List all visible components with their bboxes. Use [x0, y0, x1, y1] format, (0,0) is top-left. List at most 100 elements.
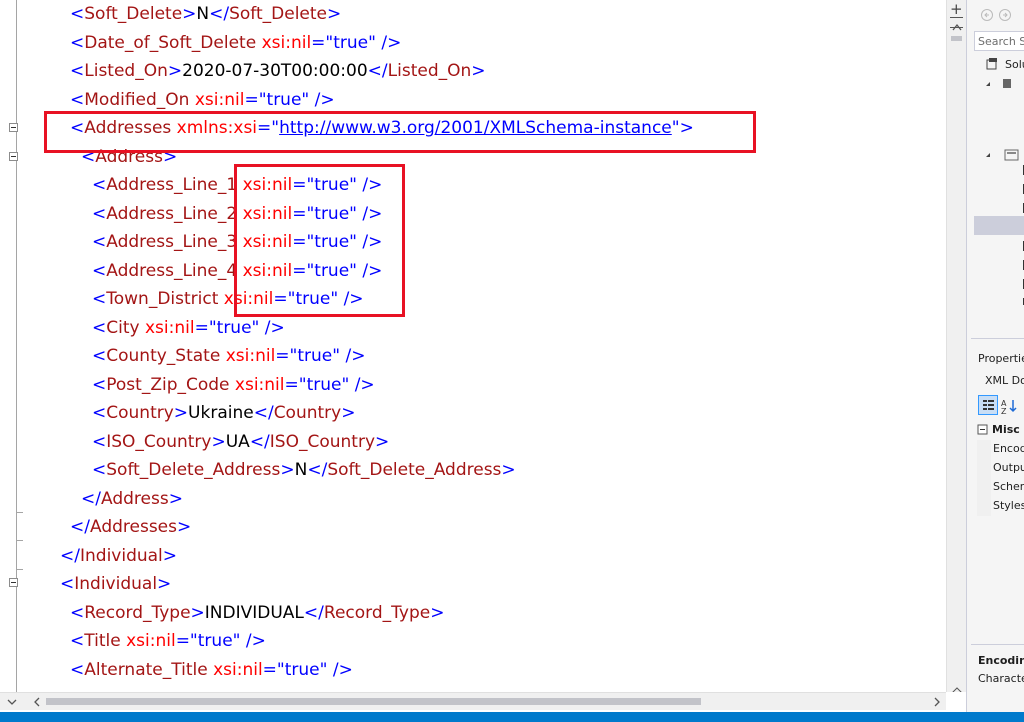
code-token: true	[216, 317, 252, 338]
code-token: <	[70, 659, 85, 680]
solution-search-input[interactable]: Search So	[974, 31, 1024, 51]
code-line[interactable]: <County_State xsi:nil="true" />	[92, 342, 365, 370]
outline-end-tick	[16, 512, 23, 513]
alphabetical-sort-icon[interactable]: AZ	[1001, 397, 1019, 415]
code-line[interactable]: <ISO_Country>UA</ISO_Country>	[92, 428, 389, 456]
code-line[interactable]: <Title xsi:nil="true" />	[70, 627, 266, 655]
code-token: xsi:nil	[220, 346, 276, 366]
code-token: </	[253, 403, 274, 423]
categorized-icon	[983, 400, 994, 410]
code-token: Country	[106, 403, 174, 423]
code-token: </	[307, 460, 328, 480]
chevron-right-icon[interactable]	[932, 696, 942, 708]
code-token: Alternate_Title	[84, 659, 208, 680]
code-token: >	[182, 4, 197, 24]
code-token: >	[177, 517, 192, 537]
code-line[interactable]: <Modified_On xsi:nil="true" />	[70, 86, 335, 114]
code-token: >	[471, 61, 486, 81]
code-token: Record_Type	[323, 602, 431, 623]
code-token: true	[306, 374, 342, 395]
code-token: Address_Line_1	[106, 175, 238, 195]
code-line[interactable]: <Post_Zip_Code xsi:nil="true" />	[92, 371, 375, 399]
code-token: >	[430, 602, 445, 623]
property-row-encoding[interactable]: Encod	[993, 442, 1024, 455]
code-token: County_State	[106, 346, 221, 366]
collapse-icon[interactable]	[9, 152, 18, 161]
vertical-scrollbar[interactable]: +	[946, 0, 967, 694]
code-line[interactable]: </Address>	[81, 485, 183, 513]
nav-back-forward-icon[interactable]	[981, 8, 1015, 22]
code-token: true	[333, 32, 369, 53]
code-token: " />	[301, 89, 335, 110]
code-token: " />	[332, 346, 366, 366]
code-line[interactable]: <City xsi:nil="true" />	[92, 314, 285, 342]
code-token: >	[173, 403, 189, 423]
property-description-text: Characte	[978, 672, 1024, 685]
code-line[interactable]: </Individual>	[60, 542, 177, 570]
code-token: <	[92, 374, 107, 395]
code-token: Ukraine	[188, 403, 254, 423]
code-line[interactable]: <Record_Type>INDIVIDUAL</Record_Type>	[70, 599, 444, 627]
code-token: Address_Line_3	[106, 232, 238, 252]
code-token: xsi:nil	[207, 659, 263, 680]
chevron-down-icon[interactable]	[6, 696, 18, 708]
code-token: ISO_Country	[106, 431, 212, 452]
panel-divider	[971, 338, 1024, 339]
code-token: </	[70, 517, 90, 537]
properties-object-label[interactable]: XML Do	[985, 374, 1024, 387]
code-token: <	[92, 260, 107, 281]
property-description-title: Encoding	[978, 654, 1024, 667]
property-row-schemas[interactable]: Schem	[993, 480, 1024, 493]
folder-node-icon[interactable]	[985, 148, 1024, 162]
code-token: Address_Line_2	[106, 203, 238, 224]
code-token: ="	[284, 374, 307, 395]
selected-file-row[interactable]	[974, 216, 1024, 235]
code-line[interactable]: <Date_of_Soft_Delete xsi:nil="true" />	[70, 29, 401, 57]
horizontal-scrollbar[interactable]	[0, 692, 946, 710]
categorized-view-button[interactable]	[978, 395, 998, 415]
code-token: <	[70, 89, 85, 110]
code-token: Individual	[74, 574, 158, 594]
annotation-box-namespace	[44, 111, 756, 153]
code-token: Modified_On	[84, 89, 190, 110]
code-token: <	[92, 431, 107, 452]
code-line[interactable]: <Alternate_Title xsi:nil="true" />	[70, 656, 353, 684]
code-editor[interactable]: <Soft_Delete>N</Soft_Delete> <Date_of_Sof…	[0, 0, 946, 692]
code-token: <	[70, 631, 85, 651]
code-line[interactable]: <Individual>	[60, 570, 171, 598]
code-token: </	[209, 4, 230, 24]
code-token: ="	[175, 631, 198, 651]
code-token: Individual	[79, 545, 163, 566]
code-token: " />	[341, 374, 375, 395]
code-token: xsi:nil	[120, 631, 176, 651]
code-line[interactable]: <Country>Ukraine</Country>	[92, 399, 355, 427]
collapse-category-icon[interactable]	[977, 424, 989, 436]
code-token: true	[197, 631, 233, 651]
collapse-icon[interactable]	[9, 578, 18, 587]
code-token: Soft_Delete_Address	[106, 460, 281, 480]
code-line[interactable]: <Listed_On>2020-07-30T00:00:00</Listed_O…	[70, 57, 486, 85]
svg-text:+: +	[950, 0, 963, 18]
code-token: xsi:nil	[229, 374, 285, 395]
chevron-left-icon[interactable]	[32, 696, 42, 708]
code-token: <	[92, 175, 107, 195]
code-token: </	[249, 431, 270, 452]
code-line[interactable]: </Addresses>	[70, 513, 191, 541]
code-token: <	[92, 203, 107, 224]
solution-node-label[interactable]: Solu	[1005, 58, 1024, 71]
code-token: </	[303, 602, 324, 623]
horizontal-scroll-thumb[interactable]	[46, 698, 701, 705]
code-token: <	[92, 403, 107, 423]
description-divider	[971, 644, 1024, 645]
code-token: xsi:nil	[256, 32, 312, 53]
code-token: City	[106, 317, 140, 338]
project-node-icon[interactable]	[985, 78, 1024, 90]
property-row-output[interactable]: Outpu	[993, 461, 1024, 474]
solution-icon	[986, 58, 997, 70]
code-token: <	[60, 574, 75, 594]
code-line[interactable]: <Soft_Delete_Address>N</Soft_Delete_Addr…	[92, 456, 516, 484]
collapse-icon[interactable]	[9, 123, 18, 132]
code-token: ="	[244, 89, 267, 110]
code-line[interactable]: <Soft_Delete>N</Soft_Delete>	[70, 0, 341, 28]
property-row-stylesheet[interactable]: Styles	[993, 499, 1024, 512]
